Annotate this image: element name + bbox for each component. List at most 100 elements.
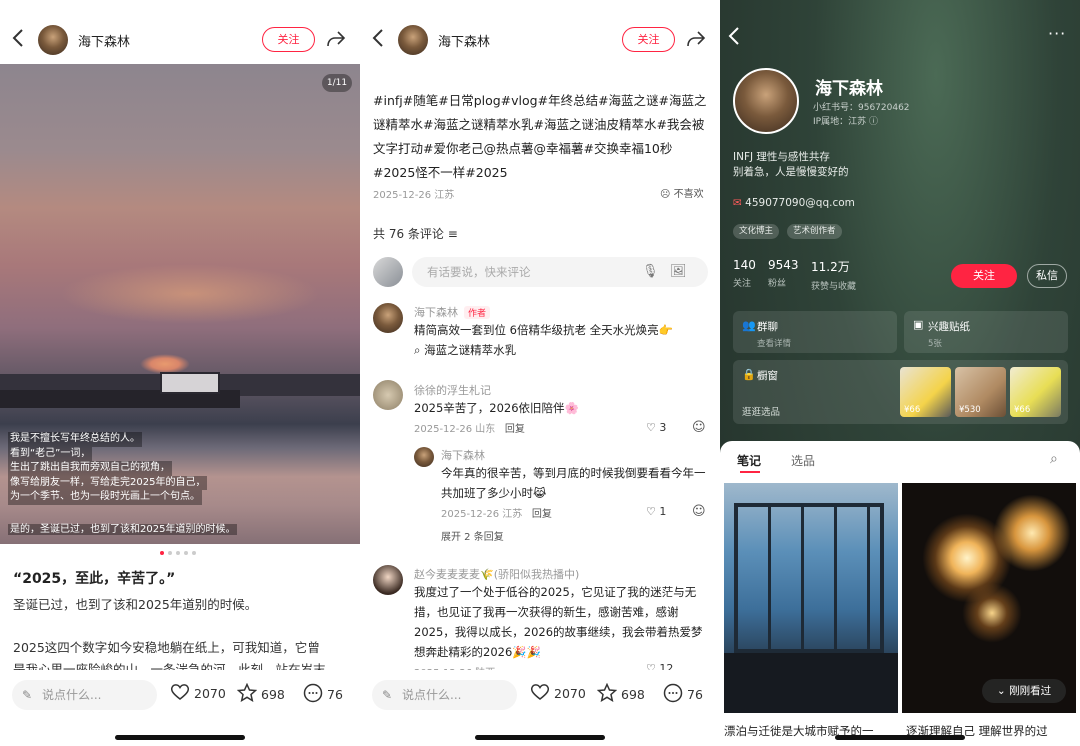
- star-icon: [596, 682, 618, 705]
- post-body-line: 2025这四个数字如今安稳地躺在纸上，可我知道，它曾: [13, 640, 320, 655]
- commenter-name[interactable]: 徐徐的浮生札记: [414, 382, 714, 398]
- comment-like[interactable]: ♡ 3: [646, 421, 666, 434]
- note-thumbnail-window[interactable]: [724, 483, 898, 713]
- post-header: 海下森林 关注: [360, 0, 720, 64]
- post-hashtags[interactable]: #infj#随笔#日常plog#vlog#年终总结#海蓝之谜#海蓝之谜精萃水#海…: [373, 89, 713, 185]
- chevron-down-icon: ⌄: [996, 685, 1006, 697]
- carousel-dot: [192, 551, 196, 555]
- back-arrow-icon[interactable]: [12, 28, 28, 50]
- product-link[interactable]: ⌕ 海蓝之谜精萃水乳: [414, 340, 714, 360]
- author-badge: 作者: [464, 306, 491, 319]
- shop-product-3[interactable]: ¥66: [1010, 367, 1061, 417]
- follow-button[interactable]: 关注: [622, 27, 675, 52]
- follow-button[interactable]: 关注: [262, 27, 315, 52]
- stat-value: 11.2万: [811, 260, 850, 274]
- carousel-dots: [160, 551, 196, 555]
- recently-viewed-label: 刚刚看过: [1009, 685, 1052, 697]
- comment-text: 2025辛苦了，2026依旧陪伴🌸: [414, 401, 579, 415]
- collect-count: 698: [621, 686, 645, 702]
- collect-button[interactable]: 698: [236, 682, 285, 705]
- stat-label: 粉丝: [768, 279, 787, 289]
- notes-sheet: 笔记 选品 ⌕ ⌄ 刚刚看过 漂泊与迁徙是大城市赋予的一 逐渐理解自己 理解世界…: [720, 441, 1080, 746]
- comment-input[interactable]: ✎ 说点什么...: [372, 680, 517, 710]
- reply-text: 今年真的很辛苦，等到月底的时候我倒要看看今年一共加班了多少小时😹: [441, 466, 706, 500]
- dislike-button[interactable]: ☹ 不喜欢: [660, 185, 704, 200]
- commenter-avatar[interactable]: [373, 380, 403, 410]
- reply-button[interactable]: 回复: [532, 509, 552, 520]
- emoji-reaction-icon[interactable]: ☺: [692, 420, 706, 435]
- like-count: 2070: [554, 686, 586, 701]
- reply-button[interactable]: 回复: [505, 424, 525, 435]
- stat-likes-collects[interactable]: 11.2万 获赞与收藏: [811, 258, 856, 292]
- comment-button[interactable]: 76: [303, 683, 343, 706]
- collect-count: 698: [261, 686, 285, 702]
- comment-count-header[interactable]: 共 76 条评论 ≡: [373, 225, 458, 242]
- commenter-avatar[interactable]: [373, 565, 403, 595]
- tab-notes[interactable]: 笔记: [737, 452, 761, 469]
- back-arrow-icon[interactable]: [372, 28, 388, 50]
- back-arrow-icon[interactable]: [728, 26, 740, 50]
- commenter-name[interactable]: 赵今麦麦麦麦🌾(骄阳似我热播中): [414, 566, 710, 582]
- commenter-avatar[interactable]: [373, 303, 403, 333]
- profile-avatar[interactable]: [733, 68, 799, 134]
- comment-input[interactable]: 有话要说，快来评论 🎙 🖼: [412, 257, 708, 287]
- comment-input[interactable]: ✎ 说点什么...: [12, 680, 157, 710]
- comment-like-count: 3: [659, 421, 667, 434]
- my-avatar: [373, 257, 403, 287]
- shop-product-1[interactable]: ¥66: [900, 367, 951, 417]
- comment-count: 76: [327, 687, 343, 702]
- interest-sticker-card[interactable]: ▣ 兴趣贴纸 5张: [904, 311, 1068, 353]
- search-icon[interactable]: ⌕: [1050, 451, 1058, 467]
- profile-meta: 小红书号：956720462 IP属地：江苏 ⓘ: [813, 101, 910, 129]
- comment-meta: 2025-12-26 山东: [414, 424, 496, 435]
- author-avatar[interactable]: [38, 25, 68, 55]
- stat-label: 关注: [733, 279, 752, 289]
- dislike-face-icon: ☹: [660, 189, 671, 200]
- collect-button[interactable]: 698: [596, 682, 645, 705]
- heart-icon: [170, 683, 190, 704]
- reply-like[interactable]: ♡ 1: [646, 505, 666, 518]
- replier-name[interactable]: 海下森林: [441, 447, 711, 463]
- info-icon[interactable]: ⓘ: [869, 117, 878, 127]
- home-indicator: [115, 735, 245, 740]
- reply-like-count: 1: [659, 505, 667, 518]
- image-icon[interactable]: 🖼: [670, 257, 687, 287]
- author-name[interactable]: 海下森林: [78, 31, 130, 50]
- comment-placeholder: 说点什么...: [42, 688, 102, 702]
- bio-line: 别着急，人是慢慢变好的: [733, 166, 849, 178]
- star-icon: [236, 682, 258, 705]
- sort-icon[interactable]: ≡: [448, 227, 458, 241]
- carousel-dot: [184, 551, 188, 555]
- stat-following[interactable]: 140 关注: [733, 258, 756, 289]
- interest-sub: 5张: [928, 339, 942, 349]
- comment-button[interactable]: 76: [663, 683, 703, 706]
- profile-bio: INFJ 理性与感性共存 别着急，人是慢慢变好的: [733, 150, 849, 180]
- share-icon[interactable]: [686, 30, 706, 52]
- group-chat-card[interactable]: 👥 群聊 查看详情: [733, 311, 897, 353]
- message-button[interactable]: 私信: [1027, 264, 1067, 288]
- search-icon: ⌕: [414, 343, 421, 357]
- profile-ip: IP属地：江苏: [813, 117, 867, 127]
- recently-viewed-badge[interactable]: ⌄ 刚刚看过: [982, 679, 1066, 703]
- author-avatar[interactable]: [398, 25, 428, 55]
- profile-id: 小红书号：956720462: [813, 103, 910, 113]
- more-options-icon[interactable]: ···: [1048, 24, 1066, 43]
- heart-icon: ♡: [646, 505, 656, 518]
- emoji-reaction-icon[interactable]: ☺: [692, 504, 706, 519]
- like-button[interactable]: 2070: [530, 683, 586, 704]
- tab-products[interactable]: 选品: [791, 452, 815, 469]
- stat-value: 9543: [768, 258, 799, 272]
- microphone-icon[interactable]: 🎙: [642, 257, 659, 287]
- reply-avatar[interactable]: [414, 447, 434, 467]
- commenter-name[interactable]: 海下森林: [414, 306, 458, 319]
- like-button[interactable]: 2070: [170, 683, 226, 704]
- shop-product-2[interactable]: ¥530: [955, 367, 1006, 417]
- profile-follow-button[interactable]: 关注: [951, 264, 1017, 288]
- image-caption: 我是不擅长写年终总结的人。 看到“老己”一词， 生出了跳出自我而旁观自己的视角，…: [8, 432, 308, 505]
- stat-followers[interactable]: 9543 粉丝: [768, 258, 799, 289]
- author-name[interactable]: 海下森林: [438, 31, 490, 50]
- share-icon[interactable]: [326, 30, 346, 52]
- post-date: 2025-12-26 江苏: [373, 190, 455, 201]
- expand-replies-button[interactable]: 展开 2 条回复: [441, 528, 711, 543]
- post-detail-panel: 海下森林 关注 1/11 我是不擅长写年终总结的人。 看到“老己”一词， 生出了…: [0, 0, 360, 746]
